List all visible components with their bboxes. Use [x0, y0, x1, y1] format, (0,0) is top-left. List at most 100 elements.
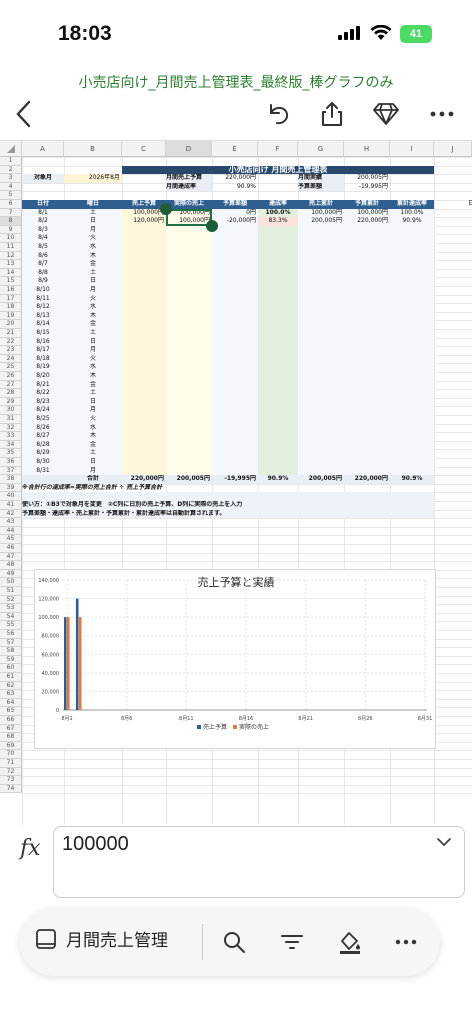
table-header-8[interactable]: 予算累計 — [344, 200, 390, 209]
table-header-6[interactable]: 達成率 — [258, 200, 298, 209]
share-button[interactable] — [316, 98, 348, 130]
day-date-cell[interactable]: 8/28 — [22, 441, 64, 450]
row-header-55[interactable]: 55 — [0, 621, 22, 630]
row-header-4[interactable]: 4 — [0, 182, 22, 192]
row-header-38[interactable]: 38 — [0, 475, 22, 484]
monthly-actual-value[interactable]: 200,005円 — [344, 174, 390, 183]
row-header-71[interactable]: 71 — [0, 759, 22, 768]
row-header-63[interactable]: 63 — [0, 690, 22, 699]
target-month-value[interactable]: 2026年8月 — [64, 174, 122, 183]
day-date-cell[interactable]: 8/27 — [22, 432, 64, 441]
row-header-12[interactable]: 12 — [0, 251, 22, 261]
row-header-15[interactable]: 15 — [0, 277, 22, 286]
row-header-32[interactable]: 32 — [0, 423, 22, 433]
undo-button[interactable] — [262, 98, 294, 130]
day-dow-cell[interactable]: 日 — [64, 338, 122, 347]
total-rate[interactable]: 90.9% — [258, 475, 298, 484]
day-date-cell[interactable]: 8/8 — [22, 269, 64, 278]
day-dow-cell[interactable]: 日 — [64, 398, 122, 407]
row-header-68[interactable]: 68 — [0, 733, 22, 742]
column-header-g[interactable]: G — [298, 141, 344, 157]
row-header-26[interactable]: 26 — [0, 372, 22, 381]
row-header-44[interactable]: 44 — [0, 526, 22, 536]
column-header-c[interactable]: C — [122, 141, 166, 157]
total-cumulative-rate[interactable]: 90.9% — [390, 475, 434, 484]
day-cumrate-cell[interactable]: 90.9% — [390, 217, 434, 226]
day-date-cell[interactable]: 8/11 — [22, 295, 64, 304]
day-dow-cell[interactable]: 水 — [64, 363, 122, 372]
day-date-cell[interactable]: 8/18 — [22, 355, 64, 364]
row-header-57[interactable]: 57 — [0, 638, 22, 648]
row-header-24[interactable]: 24 — [0, 354, 22, 364]
column-header-e[interactable]: E — [212, 141, 258, 157]
day-date-cell[interactable]: 8/17 — [22, 346, 64, 355]
row-header-13[interactable]: 13 — [0, 260, 22, 269]
day-dow-cell[interactable]: 火 — [64, 415, 122, 424]
day-dow-cell[interactable]: 水 — [64, 303, 122, 312]
day-date-cell[interactable]: 8/16 — [22, 338, 64, 347]
day-date-cell[interactable]: 8/3 — [22, 226, 64, 235]
row-header-18[interactable]: 18 — [0, 303, 22, 312]
more-options-button[interactable] — [392, 928, 420, 956]
day-dow-cell[interactable]: 金 — [64, 381, 122, 390]
row-header-67[interactable]: 67 — [0, 724, 22, 734]
column-header-d[interactable]: D — [166, 141, 212, 157]
day-date-cell[interactable]: 8/25 — [22, 415, 64, 424]
day-diff-cell[interactable]: 0円 — [212, 209, 258, 218]
more-button[interactable] — [426, 98, 458, 130]
search-button[interactable] — [220, 928, 248, 956]
day-dow-cell[interactable]: 火 — [64, 295, 122, 304]
day-dow-cell[interactable]: 金 — [64, 441, 122, 450]
row-header-2[interactable]: 2 — [0, 165, 22, 175]
side-label-cell[interactable]: 日 — [434, 200, 472, 209]
day-dow-cell[interactable]: 水 — [64, 424, 122, 433]
row-header-10[interactable]: 10 — [0, 234, 22, 243]
row-header-22[interactable]: 22 — [0, 337, 22, 347]
row-header-25[interactable]: 25 — [0, 363, 22, 372]
column-header-f[interactable]: F — [258, 141, 298, 157]
table-header-4[interactable]: 実際の売上 — [166, 200, 212, 209]
day-date-cell[interactable]: 8/4 — [22, 234, 64, 243]
monthly-rate-label[interactable]: 月間達成率 — [166, 182, 212, 192]
day-cum-cell[interactable]: 200,005円 — [298, 217, 344, 226]
row-header-65[interactable]: 65 — [0, 707, 22, 716]
monthly-rate-value[interactable]: 90.9% — [212, 183, 258, 192]
row-header-27[interactable]: 27 — [0, 380, 22, 390]
total-budget[interactable]: 220,000円 — [122, 475, 166, 484]
total-cumulative[interactable]: 200,005円 — [298, 475, 344, 484]
total-cumulative-budget[interactable]: 220,000円 — [344, 475, 390, 484]
back-button[interactable] — [8, 98, 40, 130]
day-dow-cell[interactable]: 金 — [64, 320, 122, 329]
day-budget-cell[interactable]: 120,000円 — [122, 217, 166, 226]
row-header-40[interactable]: 40 — [0, 492, 22, 501]
row-header-20[interactable]: 20 — [0, 320, 22, 329]
row-header-14[interactable]: 14 — [0, 268, 22, 278]
budget-diff-value[interactable]: -19,995円 — [344, 183, 390, 192]
howto-line-1[interactable]: 使い方：①B3で対象月を変更 ②C列に日別の売上予算、D列に実際の売上を入力 — [22, 501, 434, 510]
day-cum-cell[interactable]: 100,000円 — [298, 209, 344, 218]
day-dow-cell[interactable]: 木 — [64, 252, 122, 261]
row-header-74[interactable]: 74 — [0, 784, 22, 794]
table-header-1[interactable]: 日付 — [22, 200, 64, 209]
total-diff[interactable]: -19,995円 — [212, 475, 258, 484]
bar-chart[interactable]: 売上予算と実績 0 20,000 40,000 60,000 80,000 100,000 1… — [34, 569, 436, 749]
day-dow-cell[interactable]: 水 — [64, 243, 122, 252]
row-header-58[interactable]: 58 — [0, 647, 22, 656]
column-header-j[interactable]: J — [434, 141, 472, 157]
row-header-49[interactable]: 49 — [0, 569, 22, 579]
day-dow-cell[interactable]: 土 — [64, 209, 122, 218]
row-header-69[interactable]: 69 — [0, 741, 22, 751]
row-header-66[interactable]: 66 — [0, 716, 22, 725]
day-dow-cell[interactable]: 月 — [64, 467, 122, 476]
day-date-cell[interactable]: 8/15 — [22, 329, 64, 338]
day-date-cell[interactable]: 8/22 — [22, 389, 64, 398]
row-header-43[interactable]: 43 — [0, 518, 22, 527]
day-date-cell[interactable]: 8/13 — [22, 312, 64, 321]
day-date-cell[interactable]: 8/2 — [22, 217, 64, 226]
row-header-8[interactable]: 8 — [0, 217, 22, 226]
row-header-73[interactable]: 73 — [0, 776, 22, 785]
day-date-cell[interactable]: 8/10 — [22, 286, 64, 295]
row-header-11[interactable]: 11 — [0, 243, 22, 252]
selection-end-handle[interactable] — [206, 219, 218, 232]
fill-color-button[interactable] — [336, 928, 364, 956]
